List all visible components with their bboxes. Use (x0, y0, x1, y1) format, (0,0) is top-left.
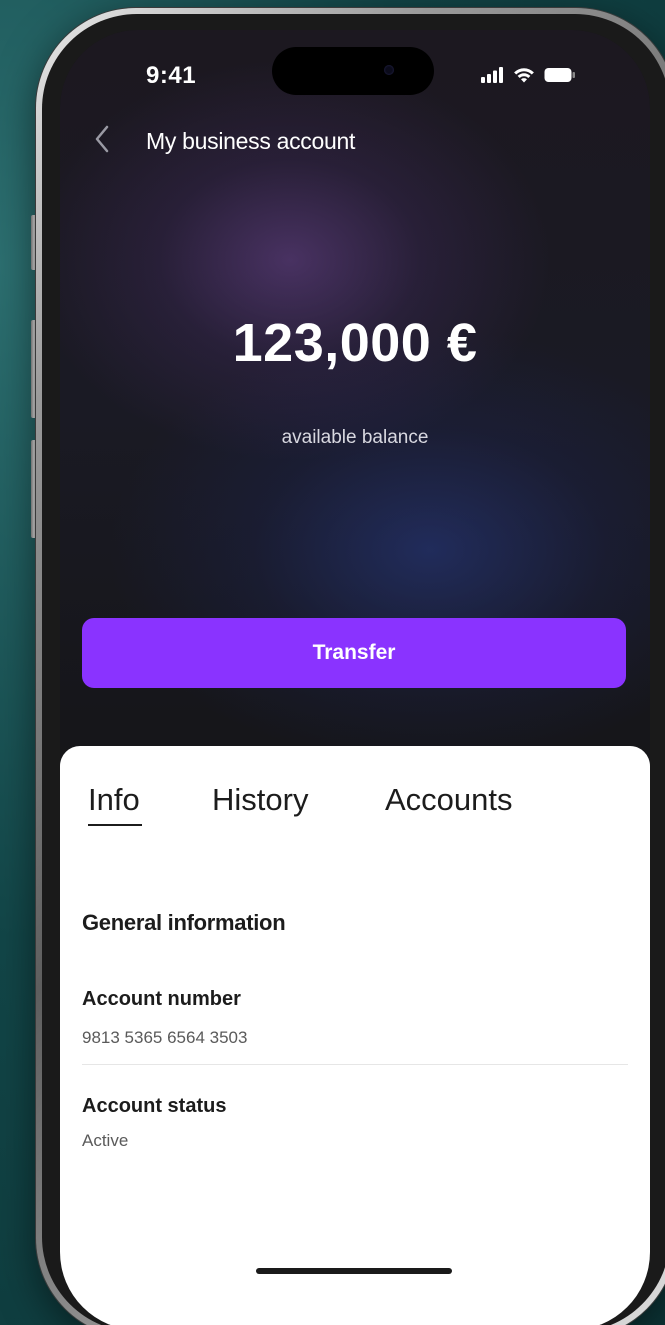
front-camera (384, 65, 394, 75)
phone-frame: 9:41 My business account 123,000 € avail… (36, 8, 665, 1325)
tab-info[interactable]: Info (88, 782, 142, 826)
phone-screen: 9:41 My business account 123,000 € avail… (60, 30, 650, 1325)
tab-accounts[interactable]: Accounts (385, 782, 513, 818)
status-time: 9:41 (146, 62, 197, 89)
tab-info-label: Info (88, 782, 140, 817)
battery-icon (544, 67, 576, 88)
section-title: General information (82, 910, 286, 935)
status-icons (480, 66, 576, 89)
nav-bar: My business account (88, 125, 356, 158)
account-status-label: Account status (82, 1095, 227, 1117)
balance-amount: 123,000 € (232, 313, 478, 373)
chevron-left-icon (94, 125, 110, 158)
details-sheet: Info History Accounts General informatio… (60, 746, 650, 1325)
home-indicator (256, 1268, 452, 1274)
transfer-button[interactable]: Transfer (82, 618, 626, 688)
account-number-label: Account number (82, 988, 241, 1010)
back-button[interactable] (88, 125, 116, 158)
account-number-value: 9813 5365 6564 3503 (82, 1028, 248, 1047)
page-title: My business account (146, 127, 356, 154)
divider (82, 1064, 628, 1065)
balance-label: available balance (281, 427, 429, 448)
dynamic-island (272, 47, 434, 95)
active-tab-indicator (88, 824, 142, 826)
account-status-value: Active (82, 1131, 129, 1150)
tab-history[interactable]: History (212, 782, 308, 818)
wifi-icon (512, 66, 536, 89)
signal-icon (480, 67, 504, 88)
